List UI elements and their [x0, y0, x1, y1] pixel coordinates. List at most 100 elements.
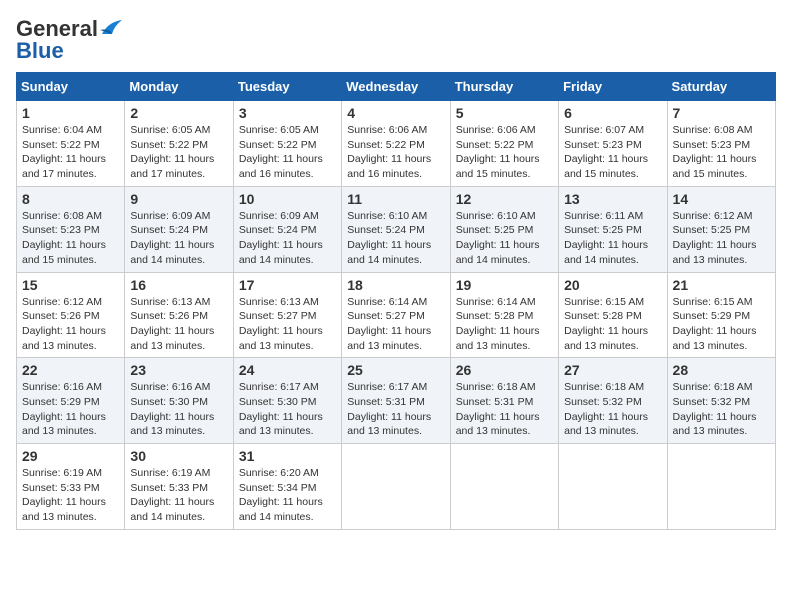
calendar-cell: 7 Sunrise: 6:08 AM Sunset: 5:23 PM Dayli… [667, 101, 775, 187]
day-info: Sunrise: 6:16 AM Sunset: 5:29 PM Dayligh… [22, 381, 106, 437]
calendar-cell: 31 Sunrise: 6:20 AM Sunset: 5:34 PM Dayl… [233, 444, 341, 530]
calendar-cell: 27 Sunrise: 6:18 AM Sunset: 5:32 PM Dayl… [559, 358, 667, 444]
day-info: Sunrise: 6:17 AM Sunset: 5:30 PM Dayligh… [239, 381, 323, 437]
day-number: 21 [673, 277, 770, 293]
calendar-cell: 28 Sunrise: 6:18 AM Sunset: 5:32 PM Dayl… [667, 358, 775, 444]
calendar-cell: 13 Sunrise: 6:11 AM Sunset: 5:25 PM Dayl… [559, 186, 667, 272]
calendar-cell: 26 Sunrise: 6:18 AM Sunset: 5:31 PM Dayl… [450, 358, 558, 444]
calendar-cell: 30 Sunrise: 6:19 AM Sunset: 5:33 PM Dayl… [125, 444, 233, 530]
calendar-cell: 14 Sunrise: 6:12 AM Sunset: 5:25 PM Dayl… [667, 186, 775, 272]
day-number: 2 [130, 105, 227, 121]
day-number: 13 [564, 191, 661, 207]
day-number: 23 [130, 362, 227, 378]
day-number: 5 [456, 105, 553, 121]
calendar-cell [450, 444, 558, 530]
day-info: Sunrise: 6:11 AM Sunset: 5:25 PM Dayligh… [564, 210, 648, 266]
day-info: Sunrise: 6:13 AM Sunset: 5:26 PM Dayligh… [130, 296, 214, 352]
day-info: Sunrise: 6:15 AM Sunset: 5:28 PM Dayligh… [564, 296, 648, 352]
day-number: 11 [347, 191, 444, 207]
day-info: Sunrise: 6:19 AM Sunset: 5:33 PM Dayligh… [130, 467, 214, 523]
day-number: 28 [673, 362, 770, 378]
calendar-cell [342, 444, 450, 530]
day-number: 27 [564, 362, 661, 378]
calendar-cell: 4 Sunrise: 6:06 AM Sunset: 5:22 PM Dayli… [342, 101, 450, 187]
calendar-cell: 10 Sunrise: 6:09 AM Sunset: 5:24 PM Dayl… [233, 186, 341, 272]
logo-bird-icon [100, 20, 122, 38]
day-number: 19 [456, 277, 553, 293]
calendar-cell: 1 Sunrise: 6:04 AM Sunset: 5:22 PM Dayli… [17, 101, 125, 187]
col-header-thursday: Thursday [450, 73, 558, 101]
calendar-cell: 5 Sunrise: 6:06 AM Sunset: 5:22 PM Dayli… [450, 101, 558, 187]
col-header-wednesday: Wednesday [342, 73, 450, 101]
day-info: Sunrise: 6:19 AM Sunset: 5:33 PM Dayligh… [22, 467, 106, 523]
logo: General Blue [16, 16, 122, 64]
calendar-cell: 15 Sunrise: 6:12 AM Sunset: 5:26 PM Dayl… [17, 272, 125, 358]
calendar-cell: 16 Sunrise: 6:13 AM Sunset: 5:26 PM Dayl… [125, 272, 233, 358]
calendar-cell [667, 444, 775, 530]
day-number: 3 [239, 105, 336, 121]
col-header-saturday: Saturday [667, 73, 775, 101]
calendar-cell: 18 Sunrise: 6:14 AM Sunset: 5:27 PM Dayl… [342, 272, 450, 358]
day-info: Sunrise: 6:14 AM Sunset: 5:28 PM Dayligh… [456, 296, 540, 352]
day-info: Sunrise: 6:08 AM Sunset: 5:23 PM Dayligh… [673, 124, 757, 180]
logo-blue: Blue [16, 38, 64, 64]
day-number: 4 [347, 105, 444, 121]
day-info: Sunrise: 6:20 AM Sunset: 5:34 PM Dayligh… [239, 467, 323, 523]
calendar-cell: 3 Sunrise: 6:05 AM Sunset: 5:22 PM Dayli… [233, 101, 341, 187]
day-number: 31 [239, 448, 336, 464]
day-info: Sunrise: 6:18 AM Sunset: 5:31 PM Dayligh… [456, 381, 540, 437]
day-number: 24 [239, 362, 336, 378]
calendar-cell: 29 Sunrise: 6:19 AM Sunset: 5:33 PM Dayl… [17, 444, 125, 530]
calendar-cell: 9 Sunrise: 6:09 AM Sunset: 5:24 PM Dayli… [125, 186, 233, 272]
calendar-cell: 24 Sunrise: 6:17 AM Sunset: 5:30 PM Dayl… [233, 358, 341, 444]
day-number: 17 [239, 277, 336, 293]
day-info: Sunrise: 6:16 AM Sunset: 5:30 PM Dayligh… [130, 381, 214, 437]
day-number: 14 [673, 191, 770, 207]
day-number: 15 [22, 277, 119, 293]
day-number: 18 [347, 277, 444, 293]
day-info: Sunrise: 6:18 AM Sunset: 5:32 PM Dayligh… [673, 381, 757, 437]
day-info: Sunrise: 6:06 AM Sunset: 5:22 PM Dayligh… [456, 124, 540, 180]
day-info: Sunrise: 6:15 AM Sunset: 5:29 PM Dayligh… [673, 296, 757, 352]
day-info: Sunrise: 6:08 AM Sunset: 5:23 PM Dayligh… [22, 210, 106, 266]
col-header-tuesday: Tuesday [233, 73, 341, 101]
calendar-header-row: SundayMondayTuesdayWednesdayThursdayFrid… [17, 73, 776, 101]
day-number: 25 [347, 362, 444, 378]
day-number: 8 [22, 191, 119, 207]
calendar-cell: 17 Sunrise: 6:13 AM Sunset: 5:27 PM Dayl… [233, 272, 341, 358]
day-number: 7 [673, 105, 770, 121]
day-info: Sunrise: 6:04 AM Sunset: 5:22 PM Dayligh… [22, 124, 106, 180]
calendar-cell [559, 444, 667, 530]
calendar-week-2: 8 Sunrise: 6:08 AM Sunset: 5:23 PM Dayli… [17, 186, 776, 272]
day-number: 29 [22, 448, 119, 464]
day-info: Sunrise: 6:09 AM Sunset: 5:24 PM Dayligh… [239, 210, 323, 266]
calendar-cell: 11 Sunrise: 6:10 AM Sunset: 5:24 PM Dayl… [342, 186, 450, 272]
page-header: General Blue [16, 16, 776, 64]
day-info: Sunrise: 6:05 AM Sunset: 5:22 PM Dayligh… [130, 124, 214, 180]
day-info: Sunrise: 6:14 AM Sunset: 5:27 PM Dayligh… [347, 296, 431, 352]
calendar-cell: 21 Sunrise: 6:15 AM Sunset: 5:29 PM Dayl… [667, 272, 775, 358]
calendar-cell: 19 Sunrise: 6:14 AM Sunset: 5:28 PM Dayl… [450, 272, 558, 358]
calendar-week-1: 1 Sunrise: 6:04 AM Sunset: 5:22 PM Dayli… [17, 101, 776, 187]
calendar-cell: 6 Sunrise: 6:07 AM Sunset: 5:23 PM Dayli… [559, 101, 667, 187]
calendar-cell: 12 Sunrise: 6:10 AM Sunset: 5:25 PM Dayl… [450, 186, 558, 272]
col-header-sunday: Sunday [17, 73, 125, 101]
day-info: Sunrise: 6:12 AM Sunset: 5:26 PM Dayligh… [22, 296, 106, 352]
day-number: 9 [130, 191, 227, 207]
calendar-table: SundayMondayTuesdayWednesdayThursdayFrid… [16, 72, 776, 530]
calendar-cell: 2 Sunrise: 6:05 AM Sunset: 5:22 PM Dayli… [125, 101, 233, 187]
day-number: 10 [239, 191, 336, 207]
calendar-cell: 25 Sunrise: 6:17 AM Sunset: 5:31 PM Dayl… [342, 358, 450, 444]
calendar-cell: 20 Sunrise: 6:15 AM Sunset: 5:28 PM Dayl… [559, 272, 667, 358]
calendar-cell: 22 Sunrise: 6:16 AM Sunset: 5:29 PM Dayl… [17, 358, 125, 444]
calendar-cell: 23 Sunrise: 6:16 AM Sunset: 5:30 PM Dayl… [125, 358, 233, 444]
day-info: Sunrise: 6:13 AM Sunset: 5:27 PM Dayligh… [239, 296, 323, 352]
day-info: Sunrise: 6:10 AM Sunset: 5:25 PM Dayligh… [456, 210, 540, 266]
day-number: 12 [456, 191, 553, 207]
day-info: Sunrise: 6:06 AM Sunset: 5:22 PM Dayligh… [347, 124, 431, 180]
day-info: Sunrise: 6:07 AM Sunset: 5:23 PM Dayligh… [564, 124, 648, 180]
day-info: Sunrise: 6:18 AM Sunset: 5:32 PM Dayligh… [564, 381, 648, 437]
day-number: 30 [130, 448, 227, 464]
day-number: 1 [22, 105, 119, 121]
day-number: 6 [564, 105, 661, 121]
